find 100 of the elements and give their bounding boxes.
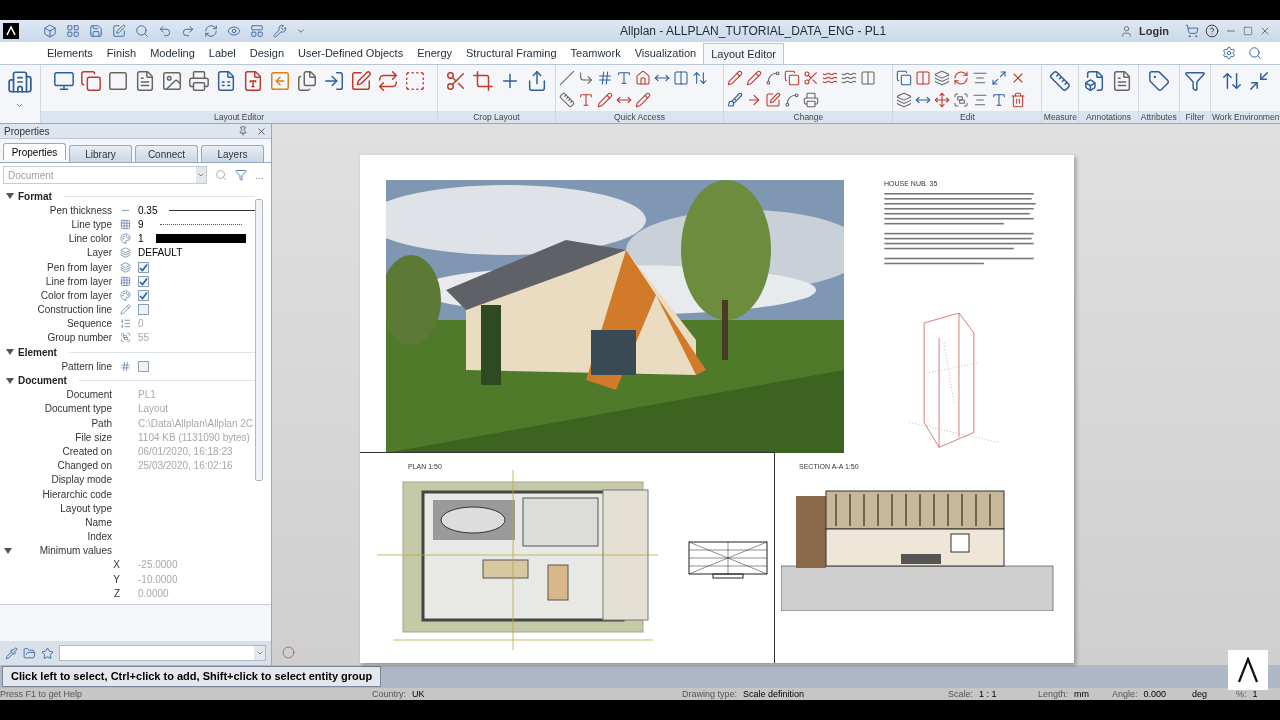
layout-icon[interactable] — [250, 24, 264, 38]
ribbon-tab[interactable]: Finish — [99, 43, 144, 64]
pin-icon[interactable] — [238, 126, 248, 136]
ribbon-tab[interactable]: Label — [201, 43, 243, 64]
frame-icon[interactable] — [106, 70, 129, 92]
columns-icon[interactable] — [672, 70, 689, 86]
document-dropdown[interactable]: Document — [3, 166, 207, 184]
maximize-icon[interactable] — [1243, 26, 1253, 36]
ribbon-tab[interactable]: Modeling — [143, 43, 202, 64]
app-logo-icon[interactable] — [3, 23, 19, 39]
close-icon[interactable] — [256, 125, 267, 137]
insert-icon[interactable] — [322, 70, 345, 92]
printer-icon[interactable] — [187, 70, 210, 92]
user-icon[interactable] — [1120, 24, 1134, 38]
trash-icon[interactable] — [1010, 92, 1027, 108]
move-icon[interactable] — [934, 92, 951, 108]
copy-icon[interactable] — [784, 70, 801, 86]
more-button[interactable]: ... — [255, 167, 264, 183]
caret-icon[interactable] — [255, 649, 264, 657]
layers-icon[interactable] — [934, 70, 951, 86]
columns-icon[interactable] — [860, 70, 877, 86]
caret-icon[interactable] — [15, 101, 25, 110]
edit-icon[interactable] — [112, 24, 126, 38]
printer-icon[interactable] — [803, 92, 820, 108]
scissors-icon[interactable] — [803, 70, 820, 86]
tag-icon[interactable] — [1147, 70, 1170, 92]
pencil-icon[interactable] — [746, 70, 763, 86]
text-icon[interactable] — [991, 92, 1008, 108]
folder-icon[interactable] — [23, 646, 36, 660]
files-icon[interactable] — [295, 70, 318, 92]
pencil-icon[interactable] — [634, 92, 651, 108]
caret-icon[interactable] — [296, 26, 306, 36]
ribbon-tab[interactable]: User-Defined Objects — [291, 43, 411, 64]
eyedropper-icon[interactable] — [5, 646, 18, 660]
columns-icon[interactable] — [915, 70, 932, 86]
ribbon-tab[interactable]: Elements — [40, 43, 100, 64]
brush-icon[interactable] — [727, 92, 744, 108]
redo-icon[interactable] — [181, 24, 195, 38]
ruler-icon[interactable] — [1049, 70, 1072, 92]
ribbon-tab[interactable]: Visualization — [627, 43, 704, 64]
building-icon[interactable] — [6, 69, 33, 95]
ribbon-tab[interactable]: Layout Editor — [703, 43, 785, 64]
crop-icon[interactable] — [471, 70, 494, 92]
edit-icon[interactable] — [765, 92, 782, 108]
checkbox[interactable] — [138, 289, 149, 301]
cube-icon[interactable] — [43, 24, 57, 38]
expand-caret[interactable] — [6, 348, 14, 357]
expand-caret[interactable] — [6, 376, 14, 385]
line-icon[interactable] — [558, 70, 575, 86]
login-link[interactable]: Login — [1139, 22, 1169, 40]
panel-tab[interactable]: Properties — [3, 143, 66, 160]
eye-icon[interactable] — [227, 24, 241, 38]
scale-icon[interactable] — [991, 70, 1008, 86]
text-icon[interactable] — [615, 70, 632, 86]
checkbox[interactable] — [138, 360, 149, 372]
replace-icon[interactable] — [376, 70, 399, 92]
ribbon-tab[interactable]: Structural Framing — [459, 43, 564, 64]
search-icon[interactable] — [1248, 46, 1262, 60]
layers-icon[interactable] — [896, 92, 913, 108]
pencil-icon[interactable] — [727, 70, 744, 86]
caret-icon[interactable] — [197, 171, 205, 179]
copy-icon[interactable] — [79, 70, 102, 92]
checkbox[interactable] — [138, 304, 149, 316]
house-icon[interactable] — [634, 70, 651, 86]
wave-icon[interactable] — [822, 70, 839, 86]
checkbox[interactable] — [138, 261, 149, 273]
edit-icon[interactable] — [349, 70, 372, 92]
scissors-icon[interactable] — [444, 70, 467, 92]
copy-icon[interactable] — [896, 70, 913, 86]
monitor-icon[interactable] — [52, 70, 75, 92]
refresh-icon[interactable] — [204, 24, 218, 38]
filter-icon[interactable] — [1184, 70, 1206, 92]
rotate-icon[interactable] — [953, 70, 970, 86]
settings-icon[interactable] — [1222, 46, 1236, 60]
import-icon[interactable] — [268, 70, 291, 92]
ruler-icon[interactable] — [558, 92, 575, 108]
ribbon-tab[interactable]: Design — [242, 43, 291, 64]
hatch-icon[interactable] — [596, 70, 613, 86]
wave-icon[interactable] — [841, 70, 858, 86]
panel-tab[interactable]: Connect — [135, 145, 198, 162]
text-icon[interactable] — [577, 92, 594, 108]
save-icon[interactable] — [89, 24, 103, 38]
curve-icon[interactable] — [784, 92, 801, 108]
grid-icon[interactable] — [66, 24, 80, 38]
pencil-icon[interactable] — [596, 92, 613, 108]
filter-icon[interactable] — [235, 169, 247, 181]
checkbox[interactable] — [138, 275, 149, 287]
image-icon[interactable] — [160, 70, 183, 92]
help-icon[interactable] — [1205, 24, 1219, 38]
undo-icon[interactable] — [158, 24, 172, 38]
curve-icon[interactable] — [765, 70, 782, 86]
ribbon-tab[interactable]: Energy — [410, 43, 460, 64]
ribbon-tab[interactable]: Teamwork — [563, 43, 628, 64]
wrench-icon[interactable] — [273, 24, 287, 38]
panel-tab[interactable]: Layers — [201, 145, 264, 162]
cart-icon[interactable] — [1185, 24, 1199, 38]
star-icon[interactable] — [41, 646, 54, 660]
close-icon[interactable] — [1259, 25, 1271, 37]
expand-caret[interactable] — [6, 192, 14, 201]
panel-tab[interactable]: Library — [69, 145, 132, 162]
